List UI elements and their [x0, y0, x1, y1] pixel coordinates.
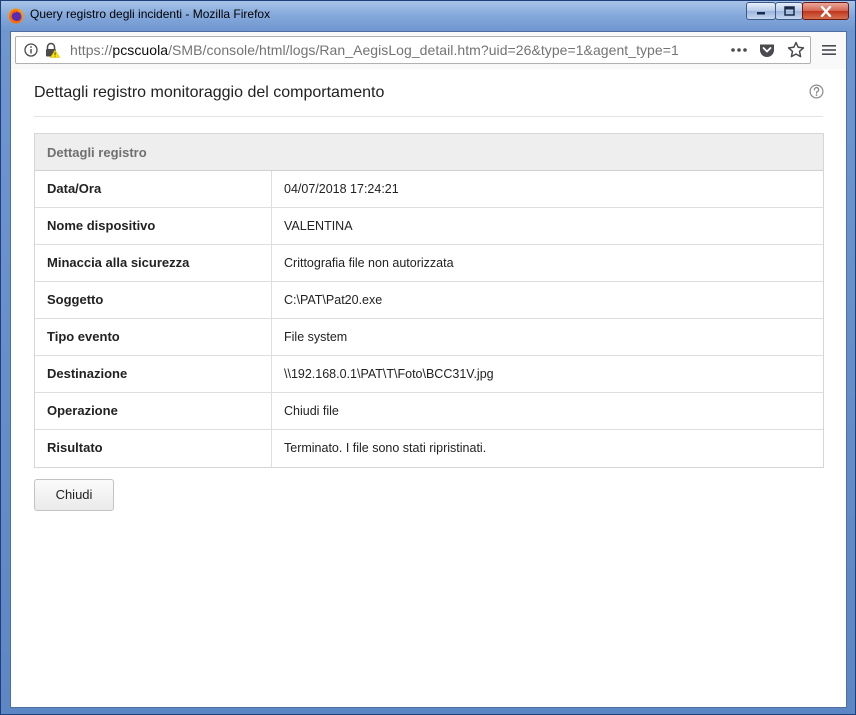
table-row: Soggetto C:\PAT\Pat20.exe: [35, 282, 823, 319]
minimize-icon: [757, 12, 765, 15]
details-table: Data/Ora 04/07/2018 17:24:21 Nome disposit…: [35, 171, 823, 467]
browser-window: Query registro degli incidenti - Mozilla…: [0, 0, 856, 715]
url-scheme: https://: [70, 42, 113, 58]
row-value: Crittografia file non autorizzata: [284, 256, 454, 270]
url-host: pcscuola: [112, 42, 169, 58]
address-bar[interactable]: https://pcscuola/SMB/console/html/logs/R…: [15, 36, 811, 64]
page-title: Dettagli registro monitoraggio del compo…: [34, 84, 385, 101]
window-title: Query registro degli incidenti - Mozilla…: [30, 7, 271, 21]
help-icon[interactable]: [809, 84, 824, 99]
close-button[interactable]: Chiudi: [34, 479, 114, 511]
row-label: Data/Ora: [35, 171, 272, 207]
row-value: C:\PAT\Pat20.exe: [284, 293, 383, 307]
table-row: Operazione Chiudi file: [35, 393, 823, 430]
row-value: 04/07/2018 17:24:21: [284, 182, 399, 196]
row-label: Tipo evento: [35, 319, 272, 355]
url-path: /SMB/console/html/logs/Ran_AegisLog_deta…: [168, 42, 679, 58]
maximize-icon: [783, 6, 795, 16]
pocket-icon[interactable]: [757, 40, 777, 60]
title-divider: [34, 116, 823, 117]
table-row: Risultato Terminato. I file sono stati ri…: [35, 430, 823, 467]
navigation-toolbar: https://pcscuola/SMB/console/html/logs/R…: [11, 32, 846, 70]
close-icon: [820, 5, 831, 17]
row-label: Destinazione: [35, 356, 272, 392]
row-value: \\192.168.0.1\PAT\T\Foto\BCC31V.jpg: [284, 367, 494, 381]
row-value: Terminato. I file sono stati ripristinat…: [284, 441, 487, 455]
row-value: File system: [284, 330, 348, 344]
page-content: Dettagli registro monitoraggio del compo…: [11, 69, 846, 707]
lock-warning-icon[interactable]: [44, 42, 60, 58]
table-row: Destinazione \\192.168.0.1\PAT\T\Foto\BCC…: [35, 356, 823, 393]
panel-header: Dettagli registro: [35, 134, 823, 171]
row-label: Risultato: [35, 430, 272, 467]
minimize-button[interactable]: [746, 2, 776, 20]
row-value: Chiudi file: [284, 404, 339, 418]
row-label: Nome dispositivo: [35, 208, 272, 244]
row-label: Operazione: [35, 393, 272, 429]
table-row: Nome dispositivo VALENTINA: [35, 208, 823, 245]
row-label: Minaccia alla sicurezza: [35, 245, 272, 281]
table-row: Minaccia alla sicurezza Crittografia file…: [35, 245, 823, 282]
table-row: Tipo evento File system: [35, 319, 823, 356]
row-label: Soggetto: [35, 282, 272, 318]
maximize-button[interactable]: [775, 2, 803, 20]
info-icon[interactable]: [24, 43, 38, 57]
title-bar[interactable]: Query registro degli incidenti - Mozilla…: [1, 1, 855, 29]
more-actions-icon[interactable]: [729, 40, 749, 60]
close-window-button[interactable]: [802, 2, 849, 20]
menu-icon[interactable]: [819, 40, 839, 60]
table-row: Data/Ora 04/07/2018 17:24:21: [35, 171, 823, 208]
details-panel: Dettagli registro Data/Ora 04/07/2018 17:…: [34, 133, 824, 468]
firefox-icon: [8, 8, 24, 24]
browser-content: https://pcscuola/SMB/console/html/logs/R…: [10, 31, 847, 708]
url-text[interactable]: https://pcscuola/SMB/console/html/logs/R…: [70, 42, 679, 58]
bookmark-star-icon[interactable]: [786, 40, 806, 60]
row-value: VALENTINA: [284, 219, 353, 233]
